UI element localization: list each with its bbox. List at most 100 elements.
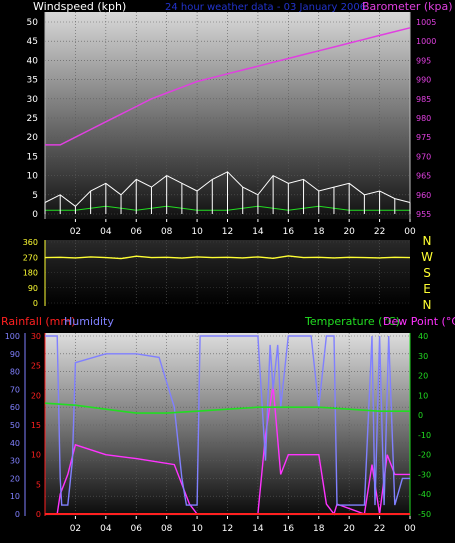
dewpoint-axis-title: Dew Point (°C) bbox=[383, 315, 455, 328]
rain-hum-temp-x-ticks: 02 04 06 08 10 12 14 16 18 20 22 00 bbox=[70, 516, 416, 534]
baro-tick-label: 980 bbox=[416, 114, 431, 123]
wind-tick-label: 45 bbox=[27, 37, 38, 47]
rain-hum-temp-x-tick-label: 22 bbox=[374, 524, 385, 534]
compass-label: N bbox=[423, 234, 432, 248]
baro-tick-label: 1005 bbox=[416, 18, 436, 27]
rain-hum-temp-x-tick-label: 02 bbox=[70, 524, 81, 534]
weather-charts-svg: 05101520253035404550 9559609659709759809… bbox=[1, 0, 455, 534]
direction-tick-label: 180 bbox=[23, 269, 38, 278]
temperature-tick-label: 10 bbox=[418, 391, 428, 400]
temperature-tick-label: -30 bbox=[418, 470, 431, 479]
wind-tick-label: 25 bbox=[27, 114, 38, 124]
rain-hum-temp-x-tick-label: 20 bbox=[343, 524, 355, 534]
rain-hum-temp-x-tick-label: 12 bbox=[222, 524, 233, 534]
wind-baro-x-tick-label: 14 bbox=[252, 227, 264, 237]
temperature-tick-label: 0 bbox=[418, 411, 423, 420]
wind-baro-x-tick-label: 06 bbox=[131, 227, 143, 237]
wind-tick-label: 10 bbox=[27, 172, 39, 182]
compass-label: S bbox=[423, 266, 431, 280]
baro-tick-label: 970 bbox=[416, 152, 431, 161]
chart-header-title: 24 hour weather data - 03 January 2006 bbox=[165, 2, 366, 13]
rain-tick-label: 15 bbox=[31, 421, 41, 430]
rain-hum-temp-x-tick-label: 00 bbox=[404, 524, 416, 534]
wind-tick-label: 35 bbox=[27, 76, 38, 86]
wind-baro-x-ticks: 02 04 06 08 10 12 14 16 18 20 22 00 bbox=[70, 219, 416, 237]
wind-tick-label: 0 bbox=[32, 210, 38, 220]
rain-hum-temp-x-tick-label: 04 bbox=[100, 524, 112, 534]
humidity-tick-label: 70 bbox=[10, 385, 20, 394]
humidity-tick-label: 80 bbox=[10, 368, 20, 377]
rain-tick-label: 25 bbox=[31, 362, 41, 371]
temperature-tick-label: 20 bbox=[418, 372, 428, 381]
temperature-tick-label: 40 bbox=[418, 332, 428, 341]
temperature-tick-label: -20 bbox=[418, 451, 431, 460]
wind-axis-title: Windspeed (kph) bbox=[33, 0, 126, 13]
humidity-tick-label: 100 bbox=[5, 332, 20, 341]
wind-axis-ticks: 0 5 10 15 20 25 30 35 40 45 50 bbox=[27, 18, 39, 220]
baro-axis-ticks: 955 960 965 970 975 980 985 990 995 1000 1005 bbox=[416, 18, 436, 219]
humidity-tick-label: 40 bbox=[10, 439, 20, 448]
rain-axis-ticks: 0 5 10 15 20 25 30 bbox=[31, 332, 41, 519]
weather-chart-page: 0 5 10 15 20 25 30 35 40 45 50 955 960 965 970 975 980 9… bbox=[0, 0, 455, 543]
baro-tick-label: 975 bbox=[416, 133, 431, 142]
direction-tick-label: 90 bbox=[28, 284, 38, 293]
wind-baro-x-tick-label: 00 bbox=[404, 227, 416, 237]
baro-tick-label: 1000 bbox=[416, 37, 436, 46]
compass-label: W bbox=[421, 250, 433, 264]
temperature-axis-ticks: -50 -40 -30 -20 -10 0 10 20 30 40 bbox=[418, 332, 431, 519]
humidity-axis-ticks: 0 10 20 30 40 50 60 70 80 90 100 bbox=[5, 332, 20, 519]
rain-hum-temp-x-tick-label: 06 bbox=[131, 524, 143, 534]
wind-baro-x-tick-label: 10 bbox=[191, 227, 203, 237]
temperature-tick-label: -50 bbox=[418, 510, 431, 519]
humidity-tick-label: 20 bbox=[10, 474, 20, 483]
temperature-tick-label: 30 bbox=[418, 352, 428, 361]
wind-baro-x-tick-label: 22 bbox=[374, 227, 385, 237]
humidity-tick-label: 90 bbox=[10, 350, 20, 359]
baro-tick-label: 995 bbox=[416, 56, 431, 65]
wind-tick-label: 5 bbox=[32, 191, 38, 201]
wind-baro-x-tick-label: 04 bbox=[100, 227, 112, 237]
direction-axis-ticks: 0 90 180 270 360 bbox=[23, 238, 38, 308]
rain-hum-temp-x-tick-label: 14 bbox=[252, 524, 264, 534]
humidity-tick-label: 60 bbox=[10, 403, 20, 412]
humidity-tick-label: 30 bbox=[10, 457, 20, 466]
wind-tick-label: 50 bbox=[27, 18, 39, 28]
rain-hum-temp-x-tick-label: 08 bbox=[161, 524, 173, 534]
temperature-tick-label: -40 bbox=[418, 490, 431, 499]
baro-tick-label: 990 bbox=[416, 76, 431, 85]
rain-hum-temp-x-tick-label: 16 bbox=[283, 524, 295, 534]
baro-tick-label: 955 bbox=[416, 210, 431, 219]
wind-tick-label: 20 bbox=[27, 133, 39, 143]
baro-tick-label: 965 bbox=[416, 172, 431, 181]
rain-tick-label: 0 bbox=[36, 510, 41, 519]
compass-labels: NWSEN bbox=[421, 234, 433, 312]
rain-tick-label: 20 bbox=[31, 391, 41, 400]
wind-baro-x-tick-label: 20 bbox=[343, 227, 355, 237]
rain-hum-temp-x-tick-label: 18 bbox=[313, 524, 325, 534]
wind-baro-x-tick-label: 16 bbox=[283, 227, 295, 237]
humidity-tick-label: 50 bbox=[10, 421, 20, 430]
rain-tick-label: 5 bbox=[36, 480, 41, 489]
rain-hum-temp-x-tick-label: 10 bbox=[191, 524, 203, 534]
compass-label: N bbox=[423, 298, 432, 312]
rain-tick-label: 10 bbox=[31, 451, 41, 460]
direction-tick-label: 360 bbox=[23, 238, 38, 247]
wind-baro-x-tick-label: 12 bbox=[222, 227, 233, 237]
wind-tick-label: 40 bbox=[27, 56, 39, 66]
baro-tick-label: 960 bbox=[416, 191, 431, 200]
temperature-tick-label: -10 bbox=[418, 431, 431, 440]
humidity-tick-label: 10 bbox=[10, 492, 20, 501]
compass-label: E bbox=[423, 282, 431, 296]
direction-tick-label: 270 bbox=[23, 253, 38, 262]
humidity-tick-label: 0 bbox=[15, 510, 20, 519]
wind-baro-x-tick-label: 08 bbox=[161, 227, 173, 237]
baro-tick-label: 985 bbox=[416, 95, 431, 104]
rain-tick-label: 30 bbox=[31, 332, 41, 341]
wind-tick-label: 15 bbox=[27, 152, 38, 162]
baro-axis-title: Barometer (kpa) bbox=[362, 0, 453, 13]
humidity-axis-title: Humidity bbox=[64, 315, 114, 328]
wind-baro-x-tick-label: 18 bbox=[313, 227, 325, 237]
wind-tick-label: 30 bbox=[27, 95, 39, 105]
wind-baro-x-tick-label: 02 bbox=[70, 227, 81, 237]
direction-tick-label: 0 bbox=[33, 299, 38, 308]
